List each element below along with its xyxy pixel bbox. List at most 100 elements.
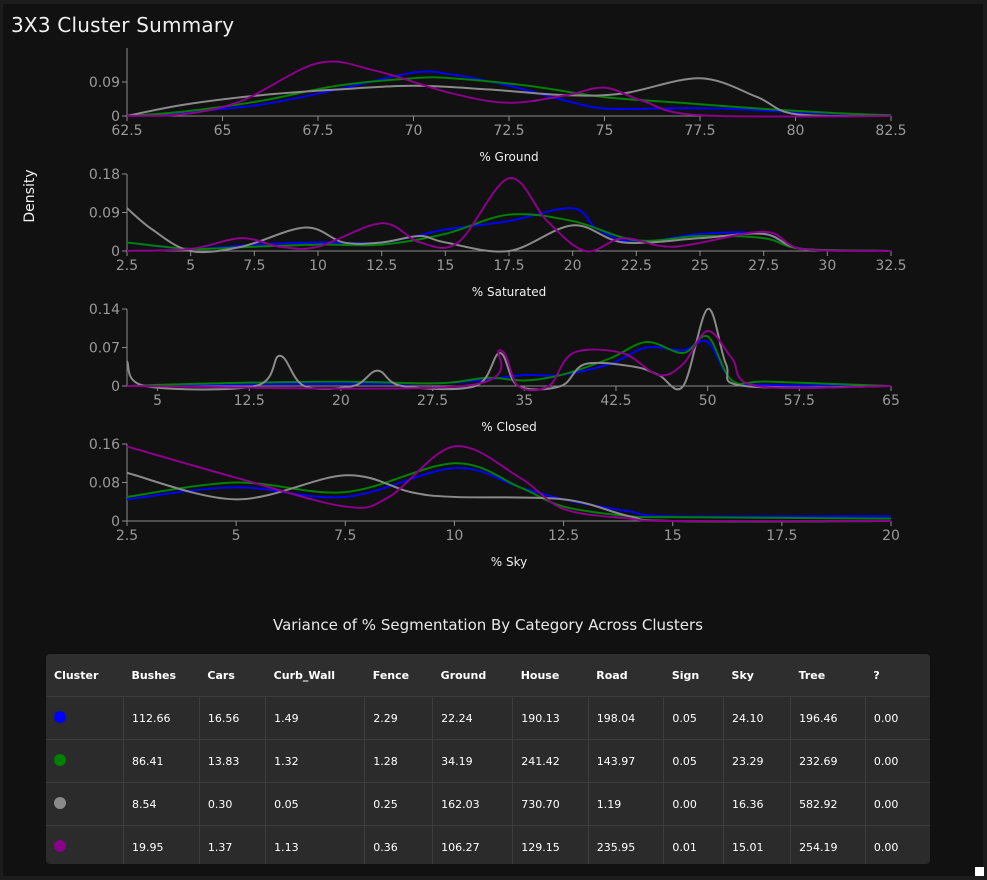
table-cell: 0.30 (199, 782, 267, 826)
x-tick-label: 20 (564, 258, 582, 274)
x-tick-label: 5 (153, 393, 162, 409)
x-tick-label: 15 (436, 258, 454, 274)
x-tick-label: 20 (882, 528, 900, 544)
table-cell: 0.00 (865, 825, 930, 864)
x-tick-label: 10 (309, 258, 327, 274)
table-cell: 16.36 (723, 782, 792, 826)
x-tick-label: 50 (699, 393, 717, 409)
table-row: 112.66 16.56 1.49 2.29 22.24 190.13 198.04 0.05… (46, 696, 930, 740)
y-tick-label: 0.07 (89, 341, 120, 357)
table-cell: 15.01 (723, 825, 792, 864)
table-title: Variance of % Segmentation By Category A… (273, 616, 703, 634)
table-row: 19.95 1.37 1.13 0.36 106.27 129.15 235.95 0.01 1… (46, 825, 930, 864)
table-body: 112.66 16.56 1.49 2.29 22.24 190.13 198.04 0.05… (46, 696, 930, 864)
table-header-row: Cluster Bushes Cars Curb_Wall Fence Ground Hou… (46, 654, 930, 697)
y-tick-label: 0 (111, 379, 120, 395)
resize-handle[interactable] (975, 867, 984, 876)
table-row: 8.54 0.30 0.05 0.25 162.03 730.70 1.19 0.00 16.3… (46, 782, 930, 826)
table-cell: 22.24 (432, 696, 514, 740)
table-cell: 0.01 (663, 825, 725, 864)
table-cell: 16.56 (199, 696, 267, 740)
x-tick-label: 25 (691, 258, 709, 274)
column-header-bushes: Bushes (123, 654, 200, 697)
y-tick-label: 0.16 (89, 437, 120, 453)
x-axis-label: % Saturated (472, 285, 547, 299)
column-header-tree: Tree (790, 654, 866, 697)
x-tick-label: 62.5 (111, 123, 142, 139)
table-cell: 34.19 (432, 739, 514, 783)
table-cell: 143.97 (588, 739, 665, 783)
x-tick-label: 17.5 (766, 528, 797, 544)
y-tick-label: 0.18 (89, 167, 120, 183)
table-cell: 1.32 (265, 739, 366, 783)
cluster-cell (46, 739, 124, 783)
x-tick-label: 42.5 (600, 393, 631, 409)
x-tick-label: 30 (818, 258, 836, 274)
x-tick-label: 75 (596, 123, 614, 139)
x-tick-label: 67.5 (302, 123, 333, 139)
x-tick-label: 5 (186, 258, 195, 274)
table-row: 86.41 13.83 1.32 1.28 34.19 241.42 143.97 0.05 2… (46, 739, 930, 783)
table-cell: 86.41 (123, 739, 200, 783)
cluster-color-dot (54, 710, 66, 723)
x-tick-label: 27.5 (748, 258, 779, 274)
x-tick-label: 57.5 (784, 393, 815, 409)
x-tick-label: 22.5 (621, 258, 652, 274)
x-tick-label: 7.5 (243, 258, 265, 274)
table-cell: 1.19 (588, 782, 665, 826)
column-header-fence: Fence (364, 654, 433, 697)
x-tick-label: 7.5 (334, 528, 356, 544)
density-line-cluster-1 (126, 467, 892, 518)
variance-table-container: Cluster Bushes Cars Curb_Wall Fence Ground Hou… (46, 654, 930, 864)
table-cell: 0.00 (865, 696, 930, 740)
table-cell: 19.95 (123, 825, 200, 864)
x-axis-label: % Closed (481, 420, 537, 434)
table-cell: 1.13 (265, 825, 366, 864)
table-cell: 196.46 (790, 696, 866, 740)
x-tick-label: 12.5 (366, 258, 397, 274)
table-cell: 254.19 (790, 825, 866, 864)
column-header-: ? (865, 654, 930, 697)
table-cell: 582.92 (790, 782, 866, 826)
table-cell: 0.00 (865, 739, 930, 783)
x-tick-label: 15 (664, 528, 682, 544)
table-cell: 162.03 (432, 782, 514, 826)
x-tick-label: 77.5 (684, 123, 715, 139)
cluster-color-dot (54, 839, 66, 852)
y-tick-label: 0.08 (89, 476, 120, 492)
table-cell: 1.28 (364, 739, 434, 783)
y-tick-label: 0.14 (89, 302, 120, 318)
column-header-road: Road (588, 654, 664, 697)
cluster-cell (46, 825, 124, 864)
table-cell: 106.27 (432, 825, 514, 864)
x-tick-label: 80 (787, 123, 805, 139)
cluster-color-dot (54, 753, 66, 766)
column-header-sky: Sky (723, 654, 791, 697)
x-tick-label: 70 (405, 123, 423, 139)
y-tick-label: 0.09 (89, 75, 120, 91)
x-tick-label: 2.5 (116, 528, 138, 544)
table-cell: 0.36 (364, 825, 434, 864)
density-charts: 0 0.09 62.5 65 67.5 70 72.5 75 77.5 80 82.5 % Groun… (89, 48, 907, 569)
x-tick-label: 65 (214, 123, 232, 139)
column-header-ground: Ground (432, 654, 513, 697)
table-cell: 241.42 (512, 739, 589, 783)
column-header-house: House (512, 654, 589, 697)
variance-table: Cluster Bushes Cars Curb_Wall Fence Ground Hou… (46, 654, 930, 864)
table-cell: 235.95 (588, 825, 665, 864)
x-tick-label: 12.5 (548, 528, 579, 544)
table-cell: 23.29 (723, 739, 792, 783)
table-cell: 129.15 (512, 825, 589, 864)
table-cell: 13.83 (199, 739, 267, 783)
table-cell: 0.00 (865, 782, 930, 826)
cluster-cell (46, 782, 124, 826)
x-tick-label: 35 (515, 393, 533, 409)
table-cell: 232.69 (790, 739, 866, 783)
x-tick-label: 27.5 (417, 393, 448, 409)
table-cell: 24.10 (723, 696, 792, 740)
x-tick-label: 32.5 (875, 258, 906, 274)
column-header-curb-wall: Curb_Wall (265, 654, 365, 697)
table-cell: 2.29 (364, 696, 434, 740)
density-line-cluster-2 (126, 334, 892, 387)
x-axis-label: % Sky (491, 555, 527, 569)
